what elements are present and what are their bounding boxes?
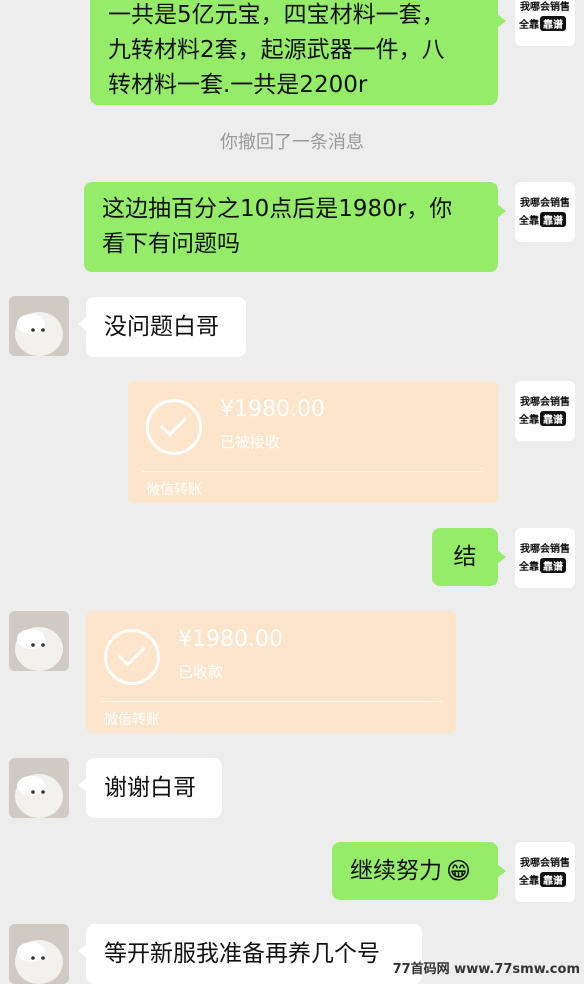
transfer-status: 已收款 [178,663,224,681]
message-text-line: 转材料一套.一共是2200r [108,72,368,98]
message-text-line: 这边抽百分之10点后是1980r，你 [102,196,453,222]
self-avatar[interactable]: 我哪会销售 全靠 靠谱 [515,182,575,242]
contact-avatar[interactable] [9,611,69,671]
message-bubble-received[interactable]: 等开新服我准备再养几个号 [78,924,422,984]
message-bubble-sent[interactable]: 结 [432,528,506,586]
message-bubble-sent[interactable]: 一共是5亿元宝，四宝材料一套， 九转材料2套，起源武器一件，八 转材料一套.一共… [90,0,506,105]
self-avatar[interactable]: 我哪会销售 全靠 靠谱 [515,842,575,902]
message-bubble-received[interactable]: 谢谢白哥 [78,758,222,818]
grin-emoji-icon: 😁 [446,856,472,885]
divider [100,701,442,702]
transfer-amount: ¥1980.00 [220,397,325,422]
message-text: 谢谢白哥 [104,774,196,801]
self-avatar[interactable]: 我哪会销售 全靠 靠谱 [515,381,575,441]
message-text-line: 九转材料2套，起源武器一件，八 [108,37,445,63]
message-bubble-sent[interactable]: 这边抽百分之10点后是1980r，你 看下有问题吗 [84,182,506,272]
message-text: 等开新服我准备再养几个号 [104,940,380,967]
message-text-line: 看下有问题吗 [102,231,240,257]
transfer-amount: ¥1980.00 [178,627,283,652]
transfer-footer: 微信转账 [146,482,202,498]
self-avatar[interactable]: 我哪会销售 全靠 靠谱 [515,528,575,588]
transfer-card-sent[interactable]: ¥1980.00 已被接收 微信转账 [128,381,498,503]
contact-avatar[interactable] [9,758,69,818]
message-bubble-received[interactable]: 没问题白哥 [78,297,246,357]
recall-notice: 你撤回了一条消息 [220,132,364,153]
message-text: 结 [453,543,477,570]
self-avatar[interactable]: 我哪会销售 全靠 靠谱 [515,0,575,46]
message-text: 继续努力 [350,857,442,884]
contact-avatar[interactable] [9,924,69,984]
transfer-status: 已被接收 [220,433,281,451]
divider [142,471,484,472]
message-text-line: 一共是5亿元宝，四宝材料一套， [108,2,445,28]
message-text: 没问题白哥 [104,313,219,340]
message-bubble-sent[interactable]: 继续努力 😁 [332,842,506,900]
transfer-footer: 微信转账 [104,712,160,728]
transfer-card-received[interactable]: ¥1980.00 已收款 微信转账 [86,611,456,733]
watermark: 77首码网 www.77smw.com [392,962,580,977]
contact-avatar[interactable] [9,296,69,356]
